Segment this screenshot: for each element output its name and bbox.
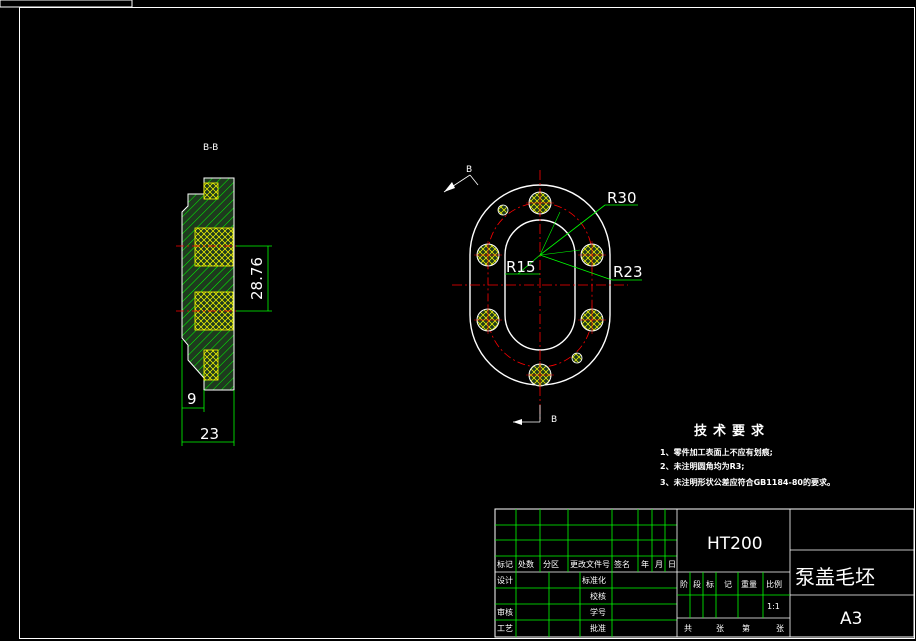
- cad-drawing-canvas: B-B 28.76 9 23 B B R30 R15 R23 技术要求 1、零件…: [0, 0, 915, 639]
- tech-requirements: 技术要求 1、零件加工表面上不应有划痕; 2、未注明圆角均为R3; 3、未注明形…: [660, 423, 835, 487]
- plan-view: B B R30 R15 R23: [443, 165, 643, 425]
- rev-header-year: 年: [641, 559, 649, 569]
- sheet-no: 第: [742, 623, 750, 633]
- bolt-hole-top: [526, 189, 554, 217]
- section-label: B-B: [203, 143, 218, 153]
- label-number: 学号: [590, 607, 606, 617]
- part-name: 泵盖毛坯: [795, 565, 875, 589]
- tech-item-1: 1、零件加工表面上不应有划痕;: [660, 447, 773, 457]
- label-approve: 批准: [590, 623, 606, 633]
- scale: 1:1: [767, 602, 780, 611]
- section-marker-bottom: B: [551, 415, 557, 425]
- stage-header-1: 阶: [680, 579, 688, 589]
- tech-item-2: 2、未注明圆角均为R3;: [660, 461, 745, 471]
- sheet-unit: 张: [716, 624, 724, 633]
- label-design: 设计: [497, 575, 513, 585]
- svg-text:R30: R30: [607, 189, 637, 207]
- stage-header-weight: 重量: [741, 579, 757, 589]
- label-craft: 工艺: [497, 624, 513, 633]
- stage-header-3: 标: [706, 579, 714, 589]
- rev-header-zone: 分区: [543, 560, 559, 569]
- section-marker-top: B: [466, 165, 472, 175]
- stage-header-4: 记: [724, 580, 732, 589]
- bolt-hole-left-upper: [474, 241, 502, 269]
- svg-text:R23: R23: [613, 263, 643, 281]
- svg-text:R15: R15: [506, 258, 536, 276]
- section-view: B-B 28.76 9 23: [176, 143, 272, 446]
- revision-grid: [495, 509, 677, 637]
- pin-hole-upper-left: [497, 204, 509, 216]
- dim-width: 23: [200, 425, 219, 443]
- stage-header-2: 段: [693, 579, 701, 589]
- rev-header-doc: 更改文件号: [570, 559, 610, 569]
- bolt-hole-right-lower: [578, 306, 606, 334]
- label-check: 校核: [590, 591, 606, 601]
- stage-header-scale: 比例: [766, 579, 782, 589]
- bolt-hole-left-lower: [474, 306, 502, 334]
- sheet-total: 共: [684, 624, 692, 633]
- tech-title: 技术要求: [694, 423, 770, 439]
- tech-item-3: 3、未注明形状公差应符合GB1184-80的要求。: [660, 477, 835, 487]
- drawing-frame: [0, 0, 915, 639]
- rev-header-sign: 签名: [614, 559, 630, 569]
- dim-height: 28.76: [248, 257, 266, 300]
- material: HT200: [707, 534, 763, 554]
- label-standardization: 标准化: [582, 575, 606, 585]
- hole-pocket-bottom: [203, 349, 219, 381]
- dim-step: 9: [187, 390, 197, 408]
- hole-pocket-upper: [194, 227, 234, 267]
- pin-hole-lower-right: [571, 352, 583, 364]
- section-arrow-bottom: B: [513, 405, 557, 425]
- rev-header-mark: 标记: [497, 559, 513, 569]
- radius-r15: R15: [505, 254, 541, 276]
- rev-header-count: 处数: [518, 559, 534, 569]
- section-arrow-top: B: [443, 165, 479, 193]
- bolt-hole-right-upper: [578, 241, 606, 269]
- sheet-size: A3: [840, 609, 862, 629]
- label-review: 审核: [497, 607, 513, 617]
- sheet-unit-2: 张: [776, 624, 784, 633]
- rev-header-day: 日: [668, 560, 676, 569]
- hole-pocket-top: [203, 182, 219, 200]
- rev-header-month: 月: [655, 560, 663, 569]
